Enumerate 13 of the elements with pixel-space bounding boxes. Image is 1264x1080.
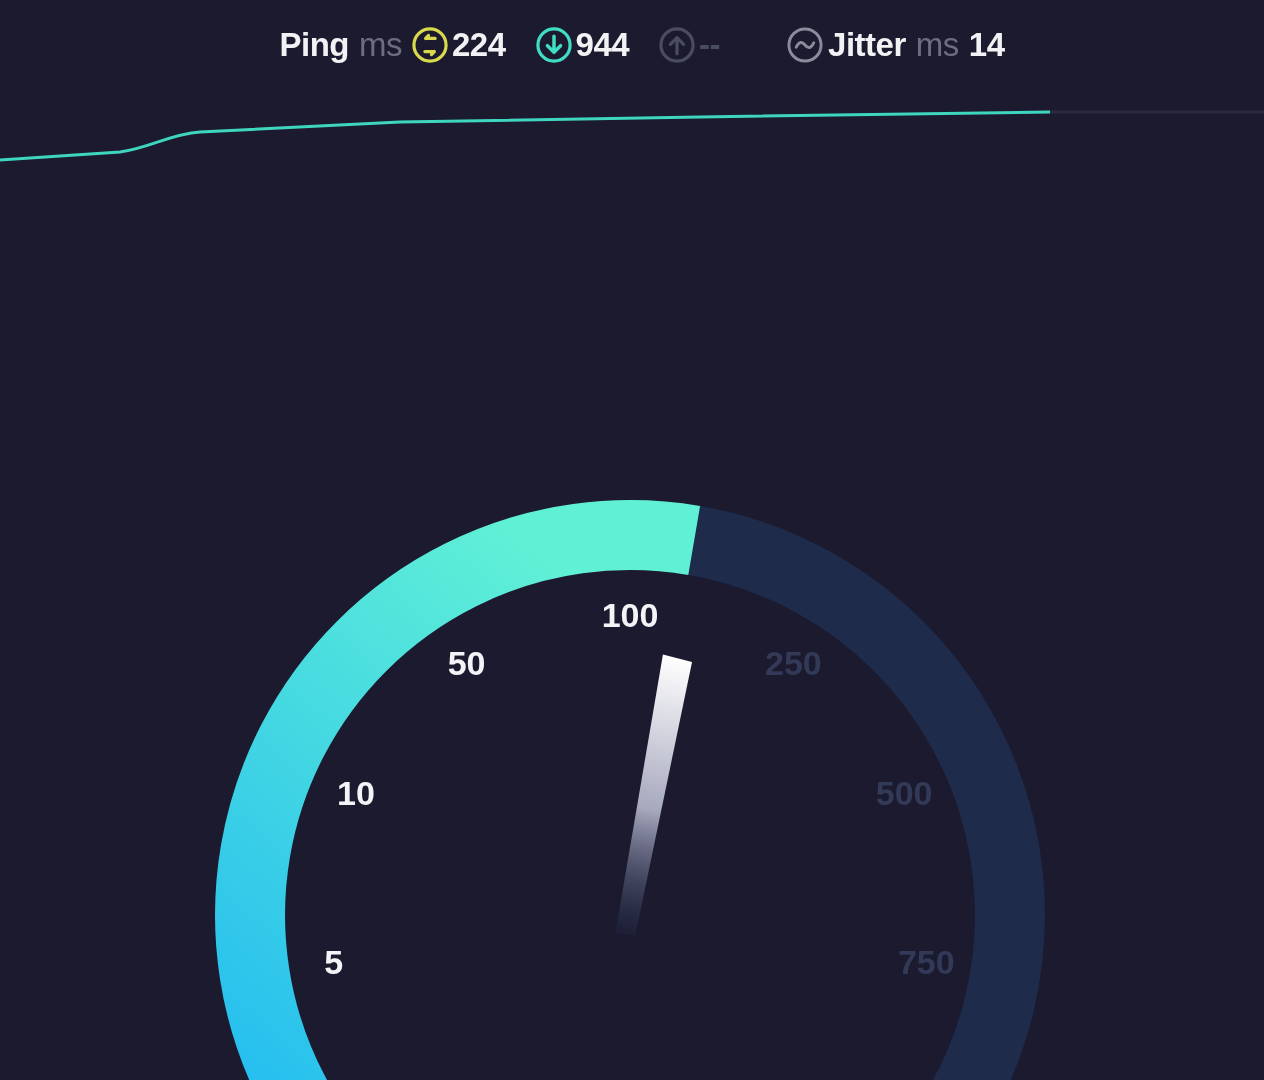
jitter-value: 14 (968, 25, 1005, 66)
ping-unit: ms (359, 25, 402, 66)
jitter-icon (786, 26, 825, 64)
gauge-tick-label: 100 (601, 596, 659, 634)
gauge-tick-label: 5 (324, 942, 344, 981)
metric-value: -- (699, 25, 721, 66)
ping-label: Ping (279, 25, 349, 66)
jitter-label: Jitter (828, 25, 906, 66)
jitter-unit: ms (915, 25, 959, 66)
gauge-tick-label: 10 (337, 774, 375, 812)
metric-value: 944 (575, 25, 630, 66)
gauge-tick-label: 50 (447, 644, 486, 683)
metric-value: 224 (452, 25, 506, 66)
